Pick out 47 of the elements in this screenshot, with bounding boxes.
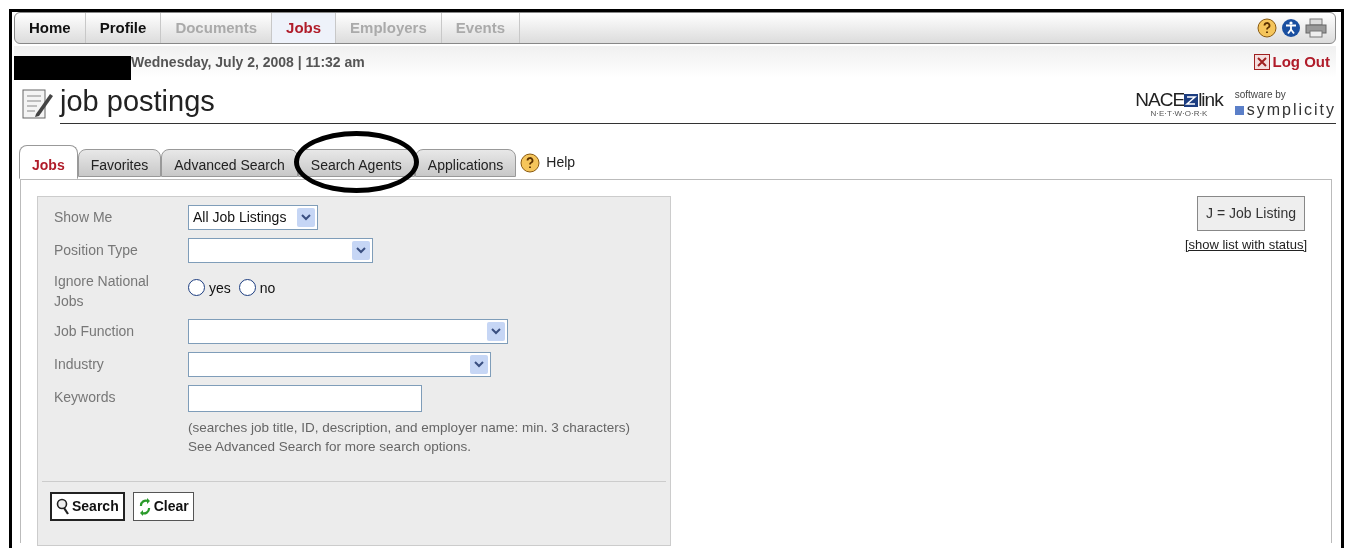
- accessibility-icon[interactable]: [1281, 18, 1301, 38]
- logout-link[interactable]: Log Out: [1272, 50, 1330, 74]
- nav-tab[interactable]: Jobs: [272, 13, 337, 43]
- sub-tab[interactable]: Advanced Search: [161, 149, 298, 177]
- help-icon[interactable]: [520, 152, 541, 173]
- chevron-down-icon: [352, 241, 370, 260]
- show-list-with-status-link[interactable]: [show list with status]: [1184, 235, 1307, 255]
- radio-label: no: [259, 279, 276, 298]
- sub-tab[interactable]: Applications: [414, 149, 517, 177]
- field-label: Show Me: [54, 208, 114, 227]
- dropdown[interactable]: [188, 238, 373, 263]
- radio-label: yes: [209, 279, 231, 298]
- legend-label: J = Job Listing: [1197, 196, 1305, 231]
- search-button[interactable]: Search: [50, 492, 125, 521]
- sub-tab[interactable]: Favorites: [77, 149, 162, 177]
- document-pen-icon: [20, 86, 54, 122]
- close-icon[interactable]: [1253, 54, 1270, 70]
- radio-button[interactable]: [238, 278, 256, 296]
- hint-text: (searches job title, ID, description, and employer name: min. 3 characters): [188, 419, 630, 437]
- symplicity-logo: software by symplicity: [1234, 89, 1336, 119]
- chevron-down-icon: [470, 355, 488, 374]
- sub-tab[interactable]: Jobs: [19, 145, 78, 179]
- clear-button[interactable]: Clear: [132, 492, 194, 521]
- nace-link-logo: NACE link N·E·T·W·O·R·K: [1135, 91, 1223, 119]
- chevron-down-icon: [487, 322, 505, 341]
- page-title: job postings: [60, 84, 215, 119]
- dropdown[interactable]: [188, 319, 508, 344]
- field-label: Industry: [54, 355, 105, 374]
- field-label: Keywords: [54, 388, 117, 407]
- keywords-input[interactable]: [188, 385, 422, 412]
- field-label: Ignore National Jobs: [54, 272, 150, 311]
- print-icon[interactable]: [1305, 18, 1327, 38]
- help-link[interactable]: Help: [546, 152, 576, 173]
- dropdown[interactable]: [188, 352, 491, 377]
- field-label: Job Function: [54, 322, 136, 341]
- nav-tab[interactable]: Profile: [85, 13, 162, 43]
- search-icon: [56, 497, 70, 516]
- nav-tab[interactable]: Home: [15, 13, 86, 43]
- help-icon[interactable]: [1257, 18, 1277, 38]
- radio-button[interactable]: [188, 278, 205, 296]
- refresh-icon: [137, 497, 152, 516]
- date-time: Wednesday, July 2, 2008 | 11:32 am: [131, 52, 365, 72]
- sub-tab[interactable]: Search Agents: [297, 149, 415, 177]
- field-label: Position Type: [54, 241, 139, 260]
- chevron-down-icon: [297, 208, 315, 227]
- hint-text: See Advanced Search for more search options.: [188, 438, 472, 456]
- dropdown[interactable]: All Job Listings: [188, 205, 318, 230]
